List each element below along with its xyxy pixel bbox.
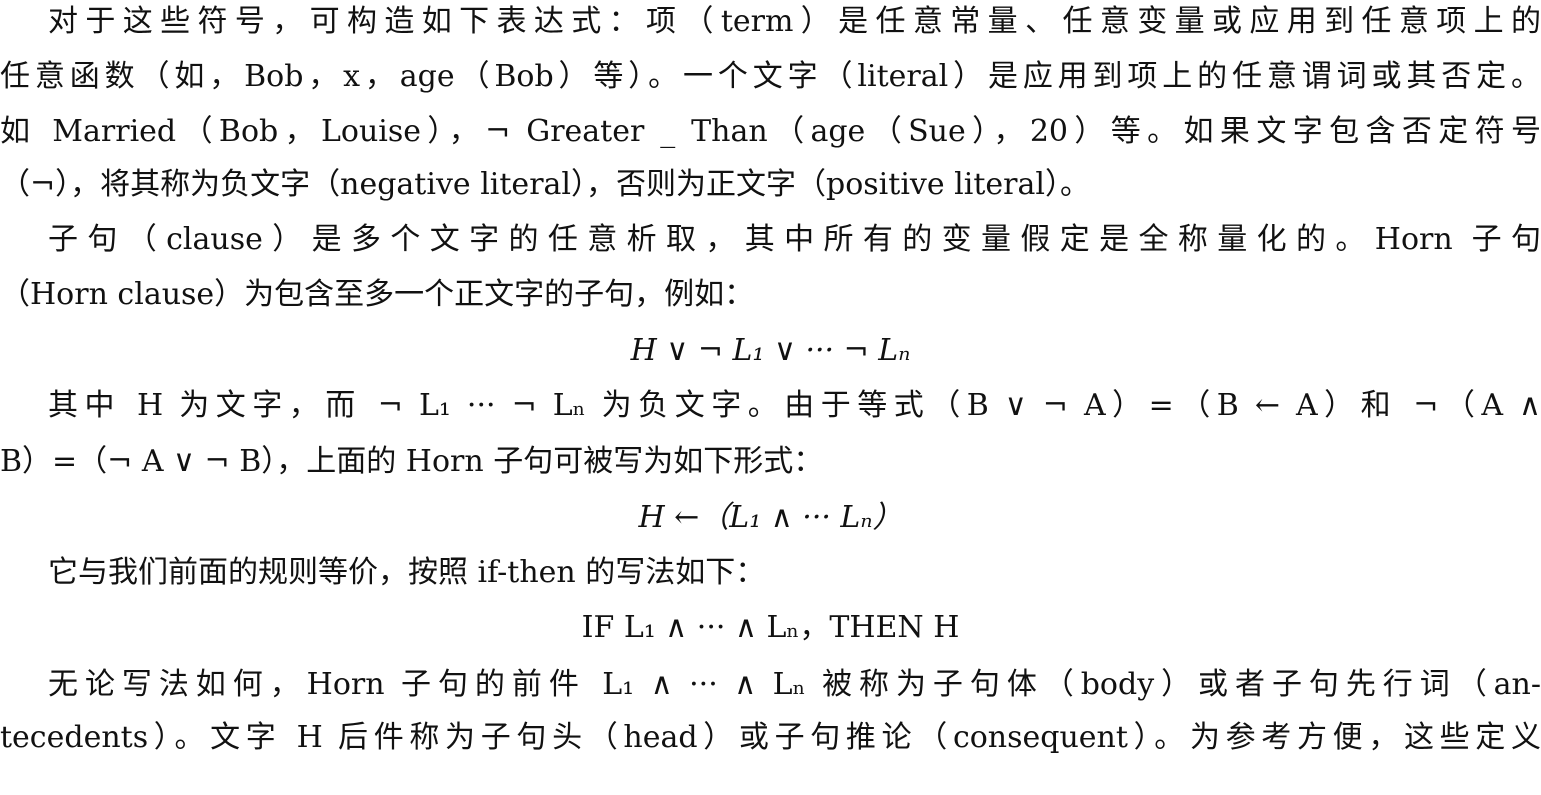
para-clause-line-1: 子句（clause）是多个文字的任意析取，其中所有的变量假定是全称量化的。Hor…: [48, 222, 1541, 257]
para-body-line-1: 无论写法如何，Horn 子句的前件 L₁ ∧ ··· ∧ Lₙ 被称为子句体（b…: [48, 667, 1541, 702]
document-page: 对于这些符号，可构造如下表达式：项（term）是任意常量、任意变量或应用到任意项…: [0, 0, 1541, 795]
para-equivalence-line-1: 其中 H 为文字，而 ¬ L₁ ··· ¬ Lₙ 为负文字。由于等式（B ∨ ¬…: [48, 388, 1541, 423]
formula-horn-disjunction: H ∨ ¬ L₁ ∨ ··· ¬ Lₙ: [630, 333, 911, 368]
para-equivalence-line-2: B）=（¬ A ∨ ¬ B），上面的 Horn 子句可被写为如下形式：: [0, 444, 824, 479]
para-clause-line-2: （Horn clause）为包含至多一个正文字的子句，例如：: [0, 277, 755, 312]
para-terms-line-1: 对于这些符号，可构造如下表达式：项（term）是任意常量、任意变量或应用到任意项…: [48, 4, 1541, 39]
formula-if-then-rule: IF L₁ ∧ ··· ∧ Lₙ，THEN H: [581, 610, 960, 645]
para-ifthen-line-1: 它与我们前面的规则等价，按照 if-then 的写法如下：: [48, 555, 766, 590]
para-terms-line-2: 任意函数（如，Bob，x，age（Bob）等）。一个文字（literal）是应用…: [0, 59, 1541, 94]
formula-horn-implication: H ←（L₁ ∧ ··· Lₙ）: [638, 500, 903, 535]
para-terms-line-4: （¬），将其称为负文字（negative literal），否则为正文字（pos…: [0, 167, 1090, 202]
para-body-line-2: tecedents）。文字 H 后件称为子句头（head）或子句推论（conse…: [0, 720, 1541, 755]
para-terms-line-3: 如 Married（Bob，Louise），¬ Greater _ Than（a…: [0, 114, 1541, 149]
